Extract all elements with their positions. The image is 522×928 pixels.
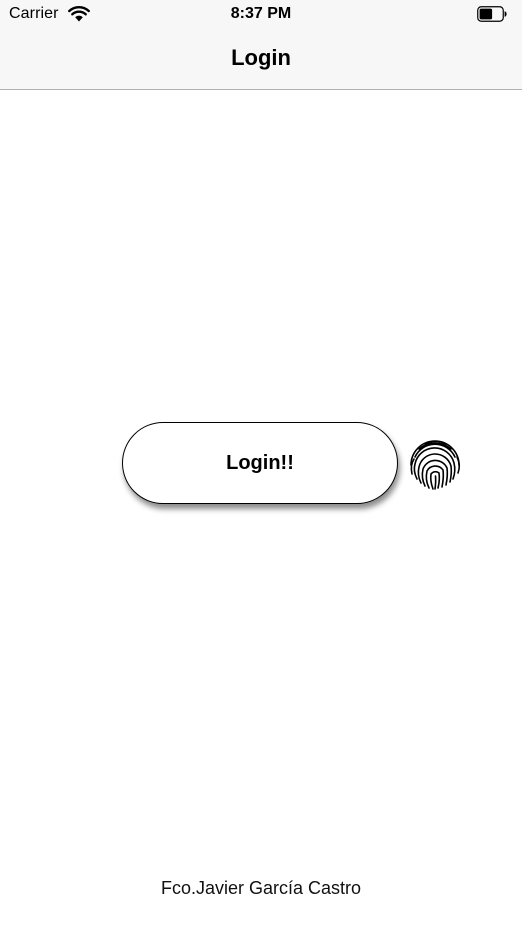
navigation-bar: Login (0, 30, 522, 90)
login-button[interactable]: Login!! (122, 422, 398, 504)
fingerprint-icon[interactable] (406, 435, 464, 493)
status-bar: Carrier 8:37 PM (0, 0, 522, 30)
battery-icon (477, 6, 507, 22)
status-time: 8:37 PM (230, 5, 292, 22)
page-title: Login (231, 45, 291, 70)
author-credit: Fco.Javier García Castro (160, 878, 362, 898)
